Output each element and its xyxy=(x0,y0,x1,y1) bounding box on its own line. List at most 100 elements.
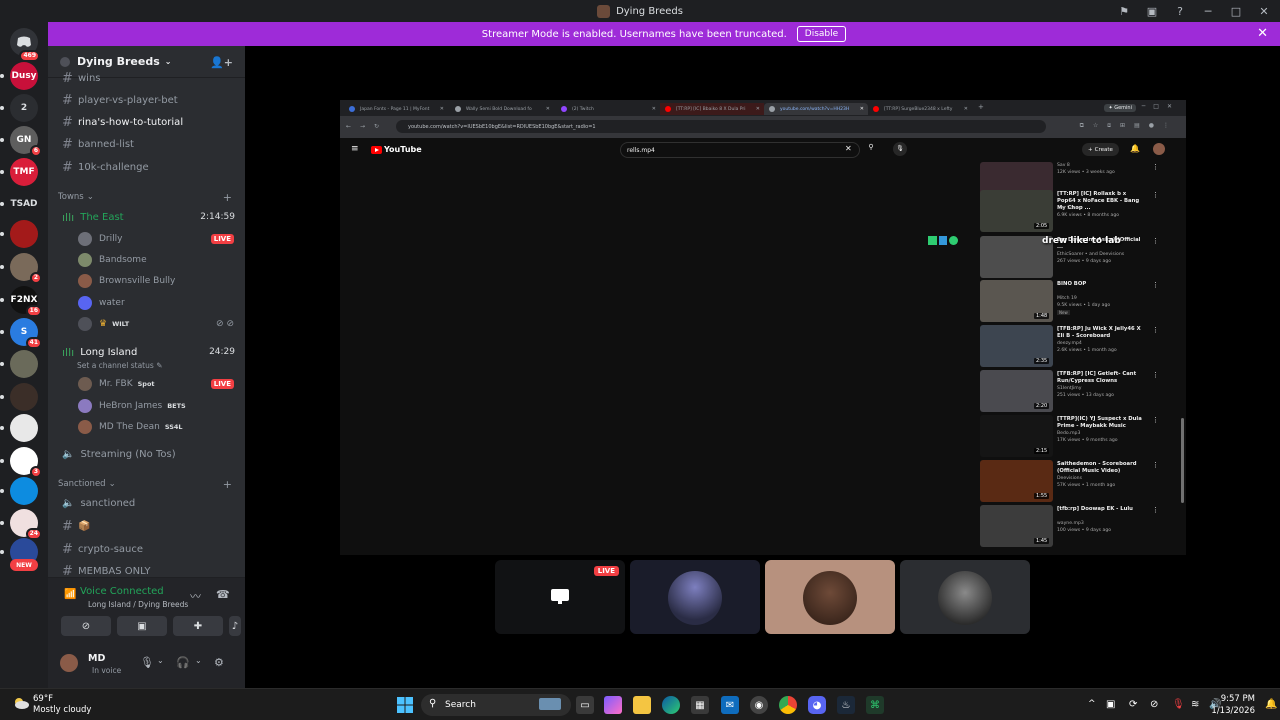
voice-user[interactable]: Bandsome xyxy=(78,251,238,269)
microphone-icon[interactable]: 🎙 xyxy=(893,142,907,156)
chevron-up-icon[interactable]: ^ xyxy=(1088,699,1096,709)
clear-search-icon[interactable]: ✕ xyxy=(845,144,852,153)
new-tab-icon[interactable]: + xyxy=(978,103,984,111)
channel-package[interactable]: # 📦 xyxy=(56,516,239,536)
channel-crypto-sauce[interactable]: # crypto-sauce xyxy=(56,539,239,559)
close-icon[interactable]: ✕ xyxy=(964,106,968,112)
edge-icon[interactable] xyxy=(662,696,680,714)
server-icon[interactable] xyxy=(0,350,38,378)
avatar[interactable] xyxy=(1153,143,1165,155)
user-name[interactable]: MD xyxy=(88,653,105,664)
server-icon[interactable]: 2 xyxy=(0,253,42,284)
disconnect-icon[interactable]: ☎ xyxy=(216,588,230,601)
participant-tile[interactable] xyxy=(630,560,760,634)
chrome-icon[interactable] xyxy=(779,696,797,714)
search-icon[interactable]: ⚲ xyxy=(863,143,879,157)
more-options-icon[interactable]: ⋮ xyxy=(1152,371,1159,379)
microphone-icon[interactable]: 🎙 xyxy=(140,656,154,669)
app-icon[interactable]: ◉ xyxy=(750,696,768,714)
voice-user[interactable]: ♛ WILT ⊘ ⊘ xyxy=(78,315,238,333)
server-icon[interactable]: S 41 xyxy=(0,318,42,349)
start-button[interactable] xyxy=(396,696,414,714)
server-icon[interactable]: F2NX 16 xyxy=(0,286,42,317)
maximize-icon[interactable]: □ xyxy=(1228,3,1244,19)
more-options-icon[interactable]: ⋮ xyxy=(1152,163,1159,171)
sync-icon[interactable]: ⟳ xyxy=(1129,699,1137,710)
channel-sanctioned[interactable]: 🔈 sanctioned xyxy=(56,493,239,513)
close-icon[interactable]: ✕ xyxy=(546,106,550,112)
more-options-icon[interactable]: ⋮ xyxy=(1152,326,1159,334)
create-channel-icon[interactable]: + xyxy=(223,191,232,204)
create-button[interactable]: + Create xyxy=(1082,143,1119,156)
browser-nav-icons[interactable]: ←→↻ xyxy=(346,123,388,130)
clock-time[interactable]: 9:57 PM xyxy=(1221,694,1255,704)
inbox-icon[interactable]: ⚑ xyxy=(1116,3,1132,19)
minimize-icon[interactable]: ─ xyxy=(1200,3,1216,19)
voice-channel-long-island[interactable]: ıllı Long Island 24:29 xyxy=(56,342,239,362)
video-recommendation[interactable]: 2:05 [TT:RP] [IC] Rollaxk b x Pop64 x NoF… xyxy=(980,190,1180,234)
gear-icon[interactable]: ⚙ xyxy=(214,656,224,669)
notification-bell-icon[interactable]: 🔔 xyxy=(1265,699,1277,710)
address-bar[interactable]: youtube.com/watch?v=IUESbE10bgE&list=RDI… xyxy=(396,120,1046,133)
participant-tile[interactable] xyxy=(900,560,1030,634)
participant-tile-stream[interactable]: LIVE xyxy=(495,560,625,634)
help-icon[interactable]: ? xyxy=(1172,3,1188,19)
notifications-bell-icon[interactable]: 🔔 xyxy=(1130,144,1140,153)
server-icon[interactable]: 2 xyxy=(0,94,38,122)
server-icon[interactable]: 24 xyxy=(0,509,42,540)
chevron-down-icon[interactable]: ⌄ xyxy=(157,656,164,665)
close-icon[interactable]: ✕ xyxy=(756,106,760,112)
server-icon[interactable]: TMF xyxy=(0,158,38,186)
weather-temp[interactable]: 69°F xyxy=(33,694,53,704)
close-icon[interactable]: ✕ xyxy=(1257,26,1268,41)
soundboard-button[interactable]: ♪ xyxy=(229,616,241,636)
browser-tab-active[interactable]: youtube.com/watch?v=HH23H ✕ xyxy=(764,103,868,115)
youtube-search-input[interactable]: rells.mp4 xyxy=(620,142,860,158)
channel-banned-list[interactable]: # banned-list xyxy=(56,134,239,154)
voice-connected-sub[interactable]: Long Island / Dying Breeds xyxy=(88,600,188,609)
server-icon[interactable] xyxy=(0,383,38,411)
scrollbar[interactable] xyxy=(1181,418,1184,503)
avatar[interactable] xyxy=(60,654,78,672)
server-icon[interactable]: 3 xyxy=(0,447,42,478)
headphones-icon[interactable]: 🎧 xyxy=(176,656,190,669)
weather-condition[interactable]: Mostly cloudy xyxy=(33,705,91,715)
disable-button[interactable]: Disable xyxy=(796,26,847,42)
more-options-icon[interactable]: ⋮ xyxy=(1152,237,1159,245)
voice-user[interactable]: Drilly LIVE xyxy=(78,230,238,248)
video-recommendation[interactable]: 1:55 Saithedemon - Scoreboard (Official M… xyxy=(980,460,1180,504)
store-icon[interactable]: ▦ xyxy=(691,696,709,714)
hamburger-menu-icon[interactable]: ≡ xyxy=(351,144,359,154)
voice-channel-streaming[interactable]: 🔈 Streaming (No Tos) xyxy=(56,444,239,464)
server-icon[interactable] xyxy=(0,477,38,505)
voice-user[interactable]: water xyxy=(78,294,238,312)
gemini-button[interactable]: ✦ Gemini xyxy=(1104,104,1136,112)
steam-icon[interactable]: ♨ xyxy=(837,696,855,714)
browser-tab[interactable]: Wally Semi Bold Download fo ✕ xyxy=(450,103,554,115)
more-options-icon[interactable]: ⋮ xyxy=(1152,191,1159,199)
close-icon[interactable]: ✕ xyxy=(440,106,444,112)
channel-wins[interactable]: # wins xyxy=(56,68,239,88)
video-recommendation[interactable]: 2:20 [TFB:RP] [IC] Getleft- Cant Run/Cypr… xyxy=(980,370,1180,414)
server-icon[interactable] xyxy=(0,220,38,248)
server-icon[interactable]: Dusy xyxy=(0,62,38,90)
category-towns[interactable]: Towns ⌄ + xyxy=(58,191,238,204)
youtube-logo[interactable]: YouTube xyxy=(371,145,422,154)
close-window-icon[interactable]: ✕ xyxy=(1256,3,1272,19)
browser-tab[interactable]: [TT:RP] [IC] Bbaiko 8 X Dula Pri ✕ xyxy=(660,103,764,115)
outlook-icon[interactable]: ✉ xyxy=(721,696,739,714)
discord-taskbar-icon[interactable]: ◕ xyxy=(808,696,826,714)
wifi-icon[interactable]: ≋ xyxy=(1191,699,1199,710)
server-icon[interactable]: TSAD xyxy=(0,190,38,218)
noise-suppression-icon[interactable]: 〰 xyxy=(190,588,201,604)
stream-video[interactable]: Japan Fonts - Page 11 | MyFont ✕ Wally Se… xyxy=(340,100,1186,555)
streamer-mode-icon[interactable]: ▣ xyxy=(1144,3,1160,19)
participant-tile-speaking[interactable] xyxy=(765,560,895,634)
voice-channel-the-east[interactable]: ıllı The East 2:14:59 xyxy=(56,207,239,227)
home-button[interactable]: 469 xyxy=(10,28,40,62)
category-sanctioned[interactable]: Sanctioned ⌄ + xyxy=(58,478,238,491)
video-recommendation[interactable]: 1:45 [tfb:rp] Doowap EK - Lulu wayne.mp3 10… xyxy=(980,505,1180,549)
channel-10k-challenge[interactable]: #10k-challenge xyxy=(56,157,239,177)
video-recommendation[interactable]: 2:35 [TFB:RP] Ju Wick X Jelly46 X Eli B -… xyxy=(980,325,1180,369)
video-recommendation[interactable]: 1:48 BINO BOP Mitch 19 9.5K views • 1 day a… xyxy=(980,280,1180,324)
